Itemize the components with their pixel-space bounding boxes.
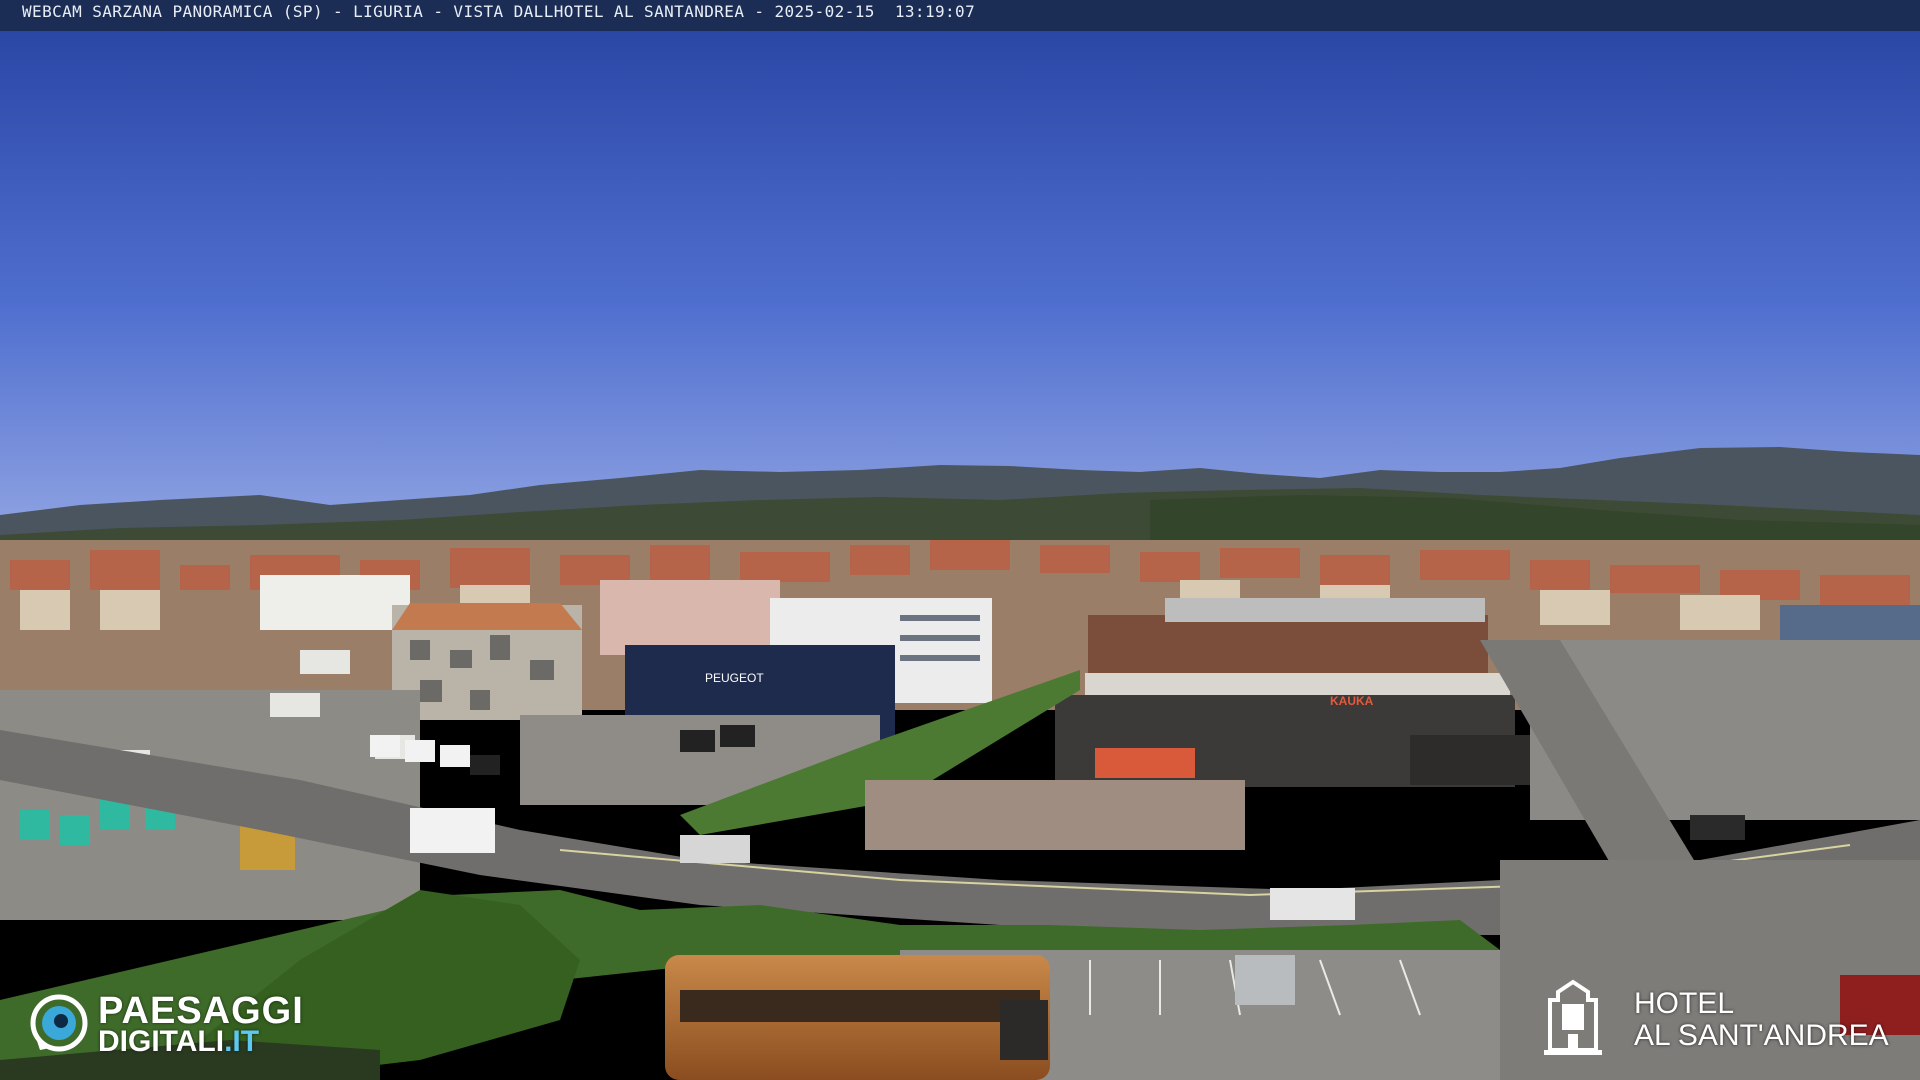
caption-bar: WEBCAM SARZANA PANORAMICA (SP) - LIGURIA… — [0, 0, 1920, 31]
white-van — [410, 808, 495, 853]
blurred-building-roof — [392, 603, 582, 630]
hotel-logo-line2: AL SANT'ANDREA — [1634, 1019, 1889, 1052]
peugeot-sign: PEUGEOT — [705, 671, 764, 685]
silver-car-road — [680, 835, 750, 863]
paesaggi-digitali-logo: PAESAGGI DIGITALI.IT — [30, 990, 340, 1060]
hotel-emblem-icon — [1544, 979, 1602, 1055]
caption-text: WEBCAM SARZANA PANORAMICA (SP) - LIGURIA… — [22, 2, 976, 21]
plaza — [865, 780, 1245, 850]
white-car-road — [1270, 888, 1355, 920]
logo-left-line2-suffix: .IT — [224, 1025, 260, 1058]
logo-left-line2-main: DIGITALI — [98, 1025, 225, 1058]
hotel-logo-line1: HOTEL — [1634, 987, 1735, 1020]
webcam-scene: PEUGEOT KAUKA — [0, 30, 1920, 1080]
eye-icon — [30, 994, 88, 1052]
logo-left-line2: DIGITALI.IT — [98, 1026, 259, 1058]
hotel-logo: HOTEL AL SANT'ANDREA — [1540, 978, 1910, 1058]
mall-canopy — [1085, 673, 1510, 695]
mall-upper — [1088, 615, 1488, 675]
kauka-sign: KAUKA — [1330, 694, 1374, 708]
dark-car-road — [1690, 815, 1745, 840]
sky — [0, 30, 1920, 530]
silver-car-parked — [1235, 955, 1295, 1005]
mall-roof — [1165, 598, 1485, 622]
